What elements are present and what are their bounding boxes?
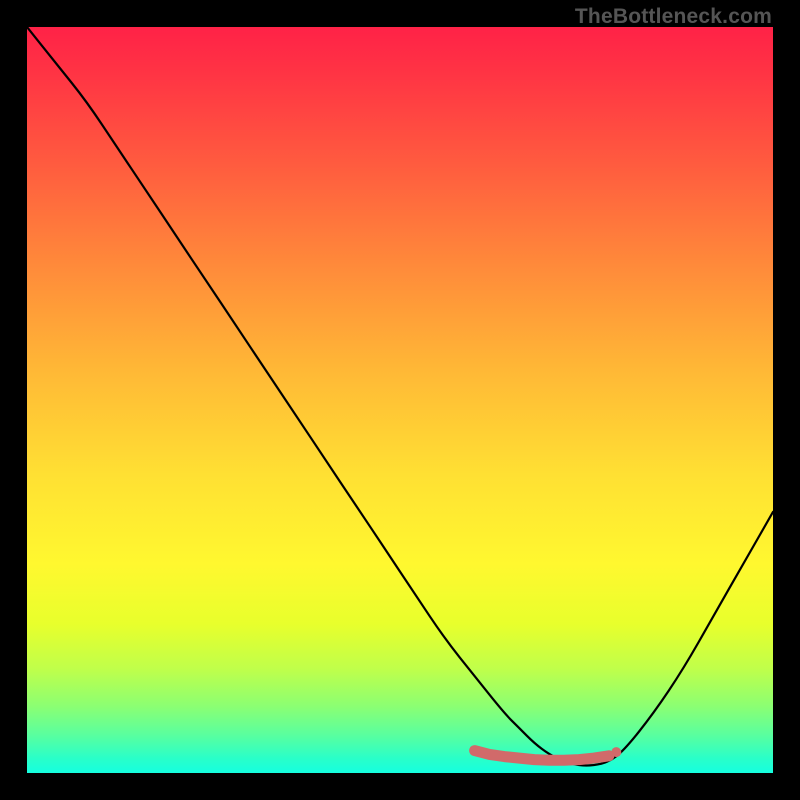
plot-area [27, 27, 773, 773]
highlight-end-dot [611, 747, 621, 757]
watermark-text: TheBottleneck.com [575, 5, 772, 29]
bottleneck-curve [27, 27, 773, 766]
chart-container: TheBottleneck.com [0, 0, 800, 800]
curve-layer [27, 27, 773, 773]
highlight-segment [475, 751, 609, 761]
